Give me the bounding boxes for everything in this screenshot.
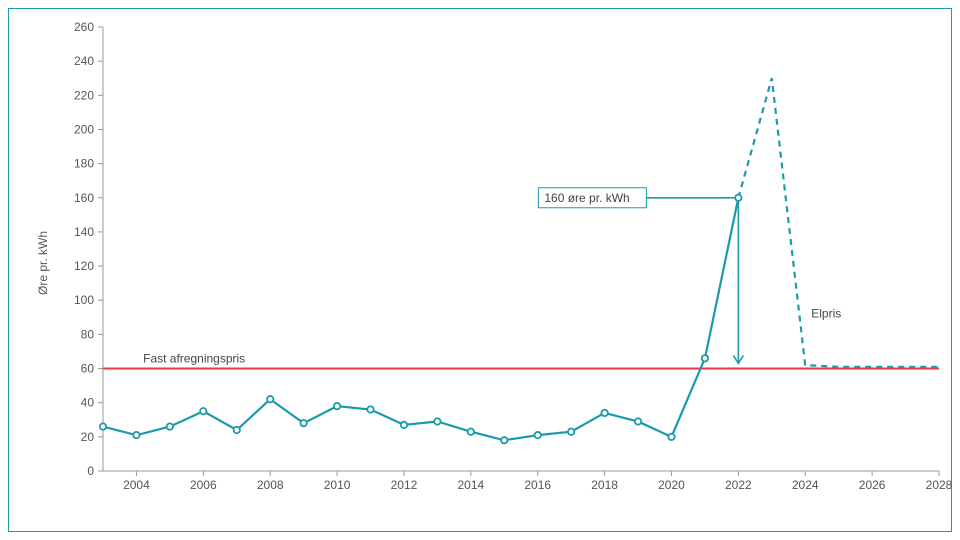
y-tick-label: 140	[74, 225, 94, 239]
x-tick-label: 2020	[658, 478, 685, 492]
y-tick-label: 100	[74, 293, 94, 307]
y-tick-label: 200	[74, 122, 94, 136]
x-tick-label: 2008	[257, 478, 284, 492]
y-axis-title: Øre pr. kWh	[36, 231, 50, 295]
x-axis: 2004 2006 2008 2010 2012 2014 2016 2018 2020 2022…	[103, 471, 953, 492]
chart-frame: 0 20 40 60 80 100 120 140 160 180 200 220 240 260 200…	[8, 8, 952, 532]
y-tick-label: 60	[81, 362, 95, 376]
y-tick-label: 80	[81, 327, 95, 341]
data-marker	[167, 423, 173, 429]
y-tick-label: 0	[87, 464, 94, 478]
data-marker	[702, 355, 708, 361]
data-marker	[568, 429, 574, 435]
line-chart: 0 20 40 60 80 100 120 140 160 180 200 220 240 260 200…	[9, 9, 953, 533]
series-elpris-markers	[100, 195, 742, 444]
data-marker	[100, 423, 106, 429]
data-marker	[133, 432, 139, 438]
y-tick-label: 260	[74, 20, 94, 34]
x-tick-label: 2012	[391, 478, 418, 492]
x-tick-label: 2014	[457, 478, 484, 492]
series-elpris-historical	[103, 198, 738, 440]
series-label-elpris: Elpris	[811, 306, 841, 320]
x-tick-label: 2026	[859, 478, 886, 492]
data-marker	[367, 406, 373, 412]
y-tick-label: 220	[74, 88, 94, 102]
y-axis: 0 20 40 60 80 100 120 140 160 180 200 220 240 260	[74, 20, 103, 478]
x-tick-label: 2006	[190, 478, 217, 492]
data-marker	[735, 195, 741, 201]
y-tick-label: 180	[74, 157, 94, 171]
y-tick-label: 20	[81, 430, 95, 444]
y-tick-label: 160	[74, 191, 94, 205]
data-marker	[200, 408, 206, 414]
x-tick-label: 2022	[725, 478, 752, 492]
data-marker	[300, 420, 306, 426]
x-tick-label: 2016	[524, 478, 551, 492]
data-marker	[334, 403, 340, 409]
x-tick-label: 2018	[591, 478, 618, 492]
data-marker	[668, 434, 674, 440]
x-tick-label: 2004	[123, 478, 150, 492]
callout-160: 160 øre pr. kWh	[538, 188, 743, 364]
data-marker	[468, 429, 474, 435]
reference-line-label: Fast afregningspris	[143, 352, 245, 366]
series-elpris-forecast	[738, 78, 939, 367]
x-tick-label: 2010	[324, 478, 351, 492]
data-marker	[501, 437, 507, 443]
data-marker	[267, 396, 273, 402]
data-marker	[635, 418, 641, 424]
y-tick-label: 120	[74, 259, 94, 273]
data-marker	[601, 410, 607, 416]
x-tick-label: 2024	[792, 478, 819, 492]
y-tick-label: 240	[74, 54, 94, 68]
svg-text:160 øre pr. kWh: 160 øre pr. kWh	[544, 191, 629, 205]
data-marker	[535, 432, 541, 438]
data-marker	[401, 422, 407, 428]
data-marker	[434, 418, 440, 424]
x-tick-label: 2028	[926, 478, 953, 492]
data-marker	[234, 427, 240, 433]
y-tick-label: 40	[81, 396, 95, 410]
